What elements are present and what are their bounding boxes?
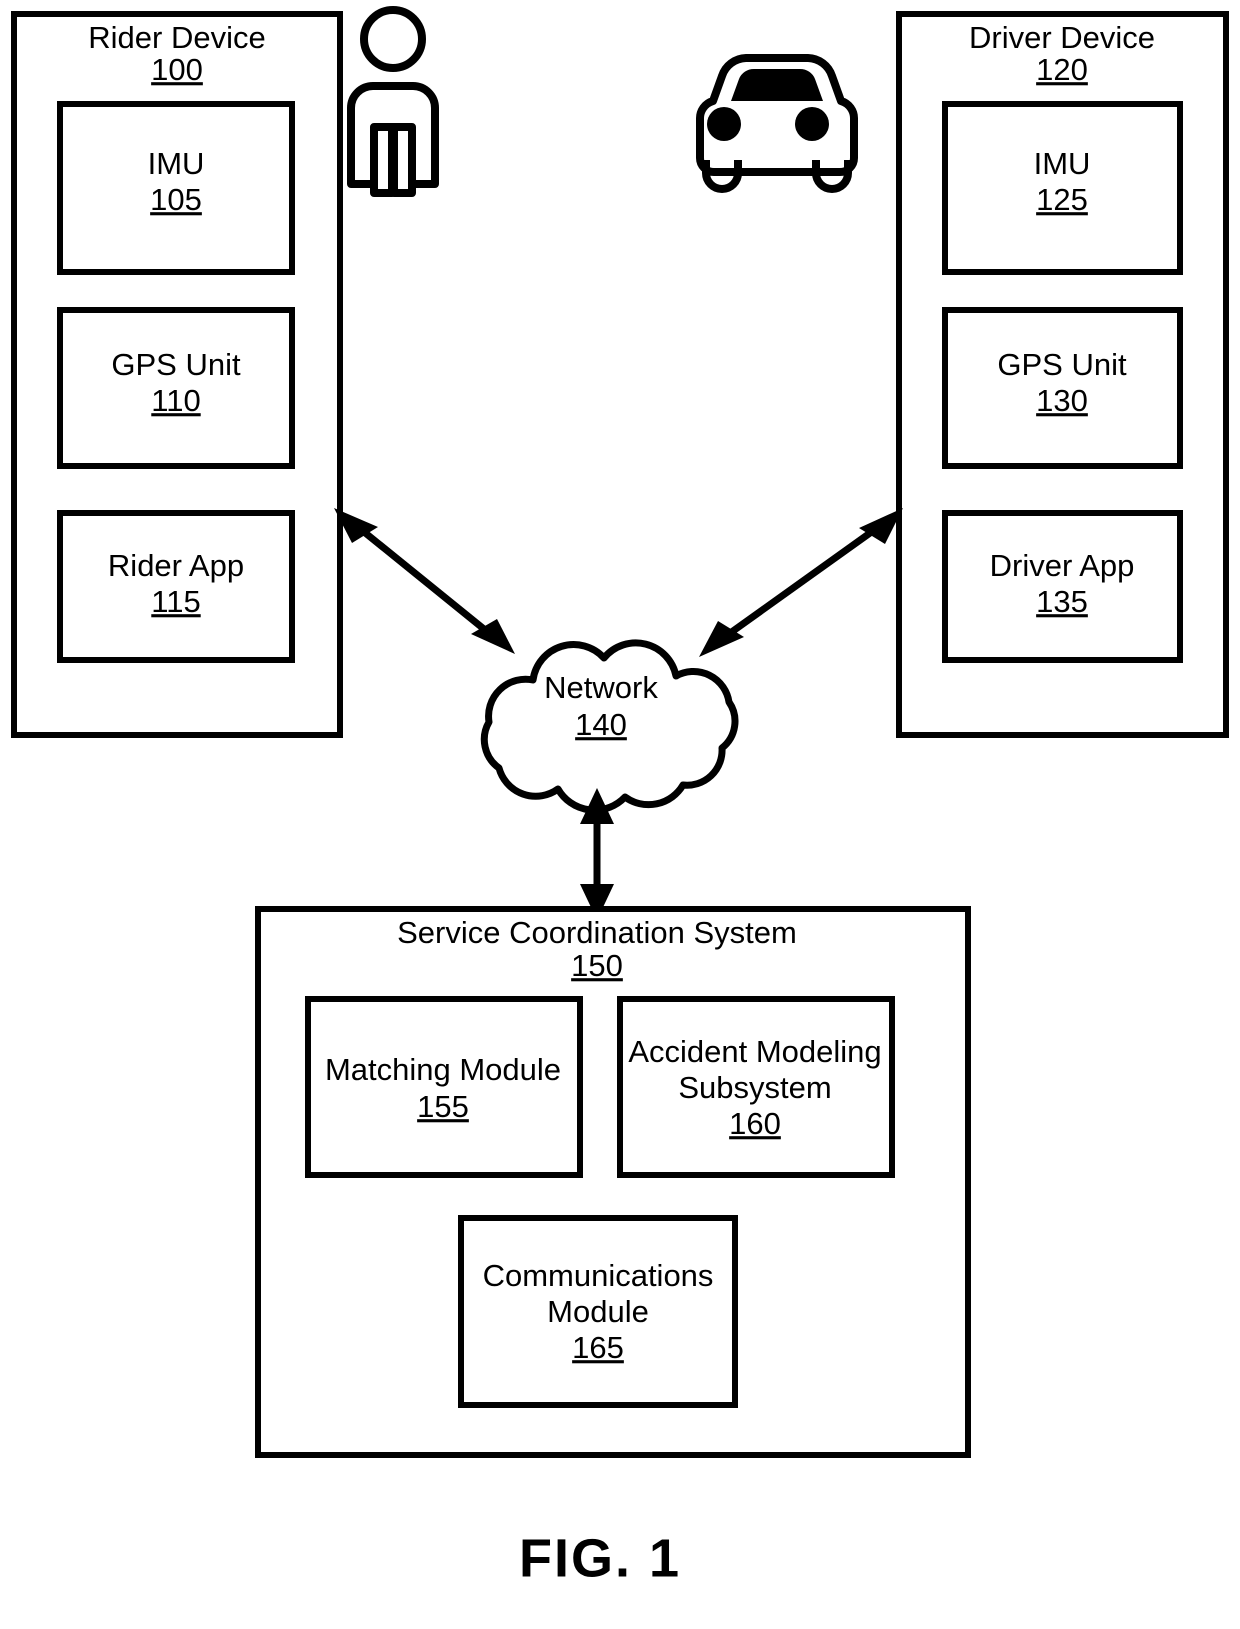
- communications-module-label-line2: Module: [547, 1294, 649, 1329]
- rider-gps-label: GPS Unit: [111, 347, 241, 382]
- driver-app-ref: 135: [1036, 584, 1088, 619]
- matching-module-ref: 155: [417, 1089, 469, 1124]
- rider-imu-ref: 105: [150, 182, 202, 217]
- rider-device-ref: 100: [151, 52, 203, 87]
- driver-device-group: Driver Device 120 IMU 125 GPS Unit 130 D…: [896, 11, 1229, 738]
- rider-imu-label: IMU: [148, 146, 205, 181]
- driver-imu-label: IMU: [1034, 146, 1091, 181]
- connection-driver-network: [699, 508, 903, 657]
- communications-module-ref: 165: [572, 1330, 624, 1365]
- rider-app-ref: 115: [151, 584, 200, 619]
- scs-ref: 150: [571, 948, 623, 983]
- matching-module-label: Matching Module: [325, 1052, 561, 1087]
- accident-modeling-label-line2: Subsystem: [678, 1070, 831, 1105]
- patent-figure: Rider Device 100 IMU 105 GPS Unit 110 Ri…: [0, 0, 1240, 1629]
- driver-device-title: Driver Device: [969, 20, 1155, 55]
- diagram-canvas: Rider Device 100 IMU 105 GPS Unit 110 Ri…: [11, 6, 1229, 1588]
- person-icon: [347, 6, 439, 197]
- driver-imu-ref: 125: [1036, 182, 1088, 217]
- driver-gps-ref: 130: [1036, 383, 1088, 418]
- rider-gps-ref: 110: [151, 383, 200, 418]
- service-coordination-system-group: Service Coordination System 150 Matching…: [255, 906, 971, 1458]
- scs-title: Service Coordination System: [397, 915, 797, 950]
- communications-module-label-line1: Communications: [483, 1258, 714, 1293]
- network-label: Network: [544, 670, 658, 705]
- accident-modeling-ref: 160: [729, 1106, 781, 1141]
- rider-device-group: Rider Device 100 IMU 105 GPS Unit 110 Ri…: [11, 11, 343, 738]
- rider-app-label: Rider App: [108, 548, 244, 583]
- car-icon: [696, 54, 858, 193]
- network-cloud-group: Network 140: [480, 639, 739, 814]
- accident-modeling-label-line1: Accident Modeling: [628, 1034, 881, 1069]
- network-ref: 140: [575, 707, 627, 742]
- driver-app-label: Driver App: [990, 548, 1135, 583]
- figure-caption: FIG. 1: [519, 1528, 681, 1588]
- connection-rider-network: [334, 508, 515, 654]
- driver-gps-label: GPS Unit: [997, 347, 1127, 382]
- rider-device-title: Rider Device: [88, 20, 265, 55]
- driver-device-ref: 120: [1036, 52, 1088, 87]
